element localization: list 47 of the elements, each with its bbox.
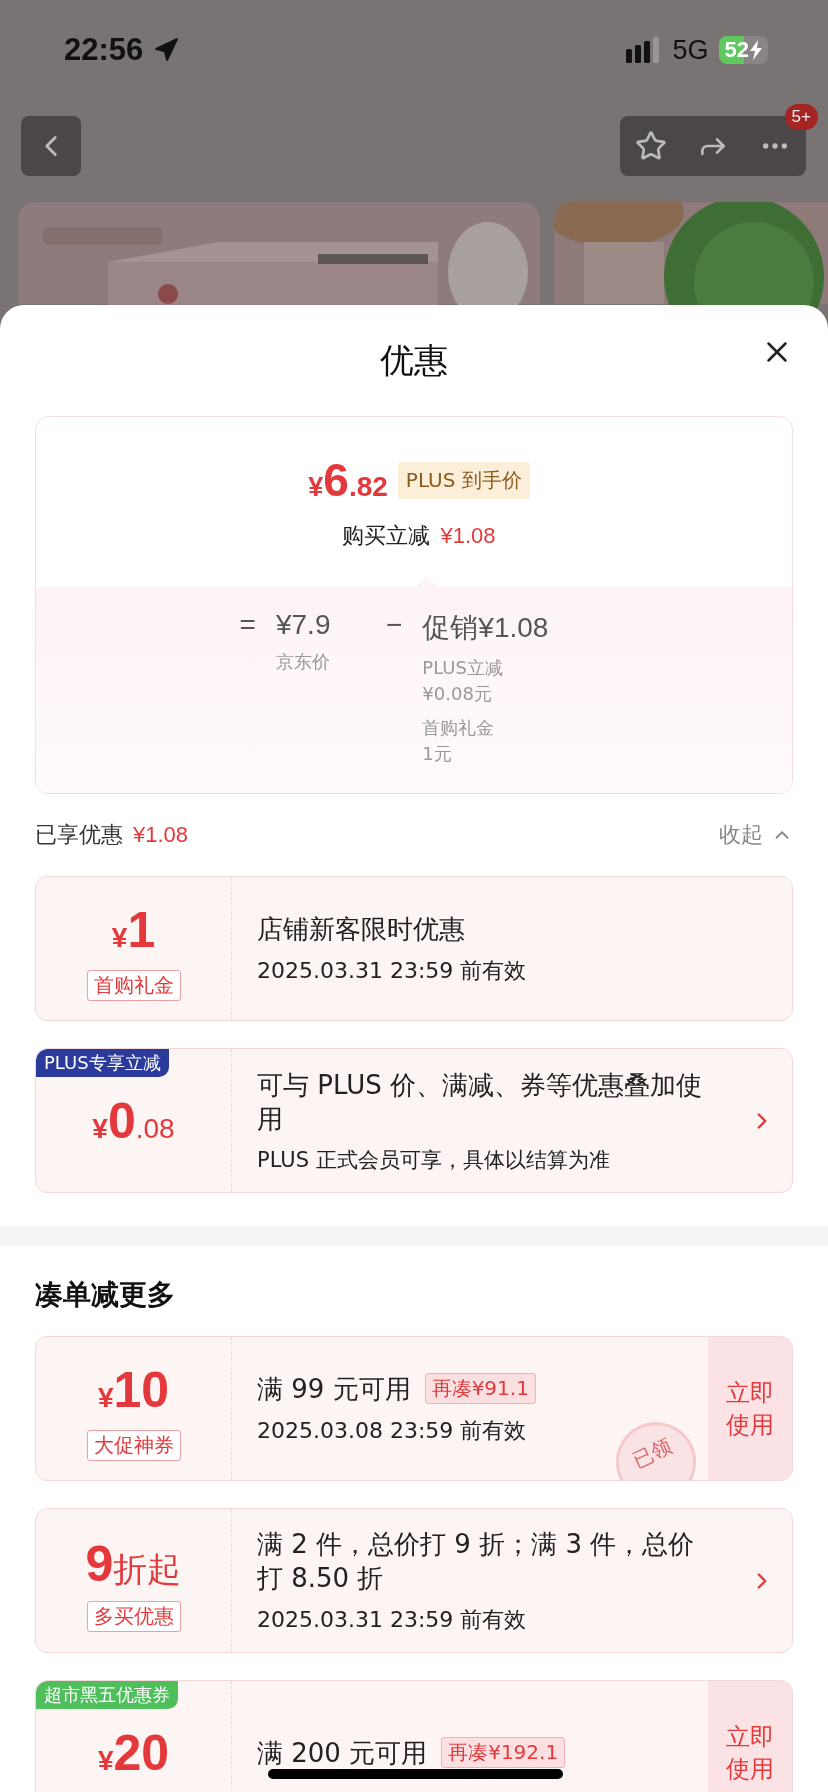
shortfall-tag: 再凑¥192.1 (441, 1737, 566, 1768)
coupon-title: 满 200 元可用 (257, 1736, 428, 1770)
coupon-type-tag: 多买优惠 (86, 1600, 181, 1632)
final-price: ¥6.82 (308, 453, 388, 507)
sheet-title: 优惠 (380, 338, 448, 382)
coupon-note: PLUS 正式会员可享，具体以结算为准 (257, 1146, 611, 1174)
coupon-ribbon: PLUS专享立减 (36, 1049, 169, 1077)
coupon-amount: ¥10 (97, 1364, 170, 1420)
reduction-value: ¥1.08 (440, 523, 496, 549)
promo-detail-value: 1元 (422, 742, 453, 766)
coupon-type-tag: 首购礼金 (86, 970, 181, 1001)
coupon-validity: 2025.03.31 23:59 前有效 (257, 1605, 528, 1634)
coupon-validity: 2025.03.08 23:59 前有效 (257, 1416, 528, 1445)
promo-total: 促销¥1.08 (422, 612, 549, 643)
coupon-ribbon: 超市黑五优惠券 (36, 1681, 178, 1709)
coupon-amount: ¥1 (111, 904, 156, 960)
coupon-amount: 9折起 (85, 1537, 182, 1594)
battery-indicator: 52 (718, 36, 768, 64)
use-now-button[interactable]: 立即使用 (708, 1337, 792, 1480)
use-now-button[interactable]: 立即使用 (708, 1681, 792, 1792)
coupon-title: 满 99 元可用 (257, 1372, 411, 1406)
coupon-amount: ¥20 (97, 1726, 170, 1783)
enjoyed-label: 已享优惠 (35, 821, 123, 849)
coupon-amount: ¥0.08 (92, 1094, 175, 1151)
reduction-label: 购买立减 (342, 522, 431, 550)
network-type: 5G (672, 34, 709, 66)
coupon-title: 可与 PLUS 价、满减、券等优惠叠加使用 (257, 1068, 703, 1136)
promo-detail-value: ¥0.08元 (422, 682, 493, 706)
coupon-title: 满 2 件，总价打 9 折；满 3 件，总价打 8.50 折 (257, 1527, 696, 1595)
location-arrow-icon (153, 37, 180, 63)
equals-sign: = (239, 609, 256, 641)
enjoyed-value: ¥1.08 (133, 822, 189, 848)
coupon-title: 店铺新客限时优惠 (257, 912, 465, 946)
shortfall-tag: 再凑¥91.1 (424, 1373, 536, 1404)
base-price-label: 京东价 (275, 650, 331, 674)
minus-sign: − (385, 609, 403, 641)
promo-detail-name: PLUS立减 (422, 656, 504, 680)
collapse-toggle[interactable]: 收起 (719, 820, 793, 850)
base-price: ¥7.9 (275, 609, 331, 640)
back-button[interactable] (21, 116, 81, 176)
price-type-tag: PLUS 到手价 (397, 461, 530, 499)
promo-detail-name: 首购礼金 (422, 716, 496, 740)
section-title: 凑单减更多 (34, 1277, 176, 1313)
status-time: 22:56 (64, 32, 144, 68)
coupon-validity: 2025.03.31 23:59 前有效 (257, 956, 528, 985)
coupon-type-tag: 大促神券 (86, 1430, 181, 1461)
notification-badge: 5+ (784, 104, 818, 130)
